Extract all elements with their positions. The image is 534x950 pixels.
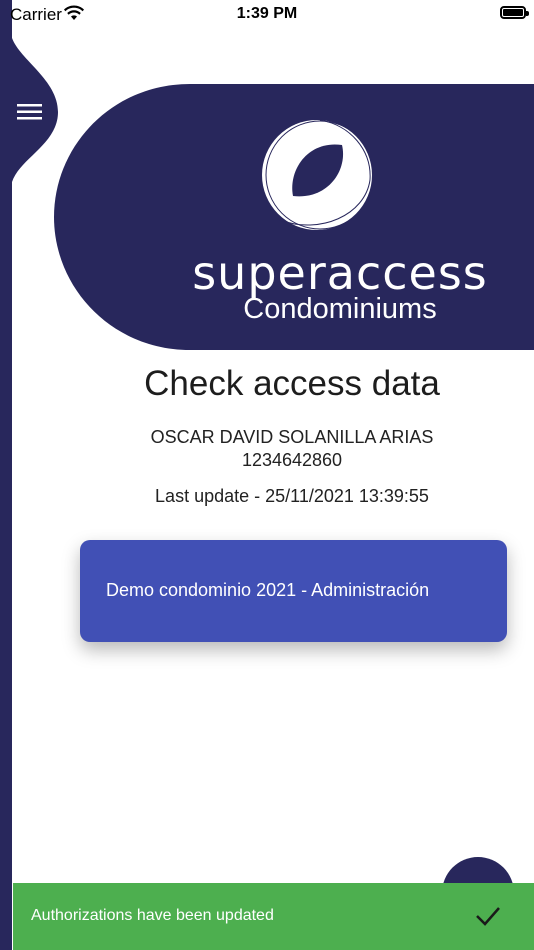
page-title: Check access data [144,364,440,403]
check-icon[interactable] [474,904,502,928]
user-name: OSCAR DAVID SOLANILLA ARIAS [150,427,434,447]
hamburger-menu-icon [17,104,42,120]
superaccess-logo-icon [262,119,375,230]
brand-name: superaccess [192,246,488,300]
snackbar: Authorizations have been updated [13,883,534,950]
snackbar-message: Authorizations have been updated [31,907,274,924]
clock: 1:39 PM [236,5,298,22]
status-bar: Carrier 1:39 PM [0,0,534,28]
brand-subtitle: Condominiums [243,293,437,325]
access-card[interactable]: Demo condominio 2021 - Administración [80,540,507,642]
user-id: 1234642860 [241,450,343,470]
last-update-text: Last update - 25/11/2021 13:39:55 [155,486,429,506]
access-card-label: Demo condominio 2021 - Administración [106,580,430,600]
menu-button[interactable] [14,96,46,128]
battery-icon [500,6,529,19]
